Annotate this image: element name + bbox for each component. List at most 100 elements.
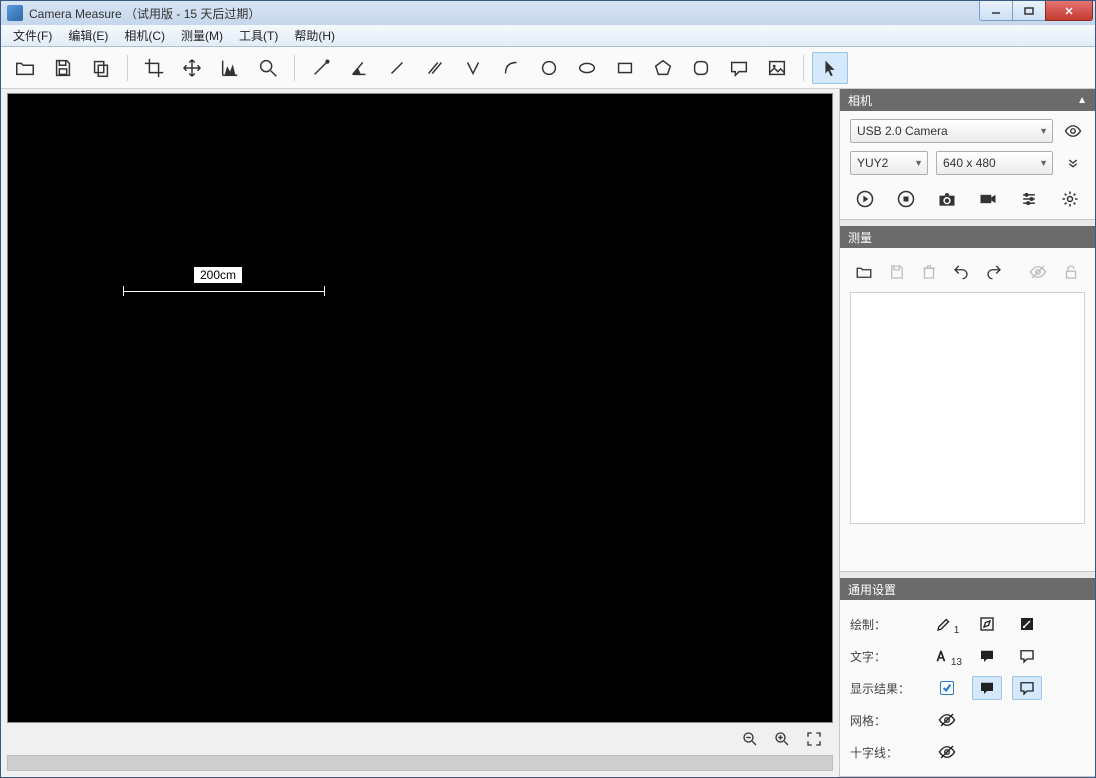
single-line-button[interactable] xyxy=(379,52,415,84)
measure-undo-button[interactable] xyxy=(951,260,971,284)
play-button[interactable] xyxy=(850,187,880,211)
crosshair-label: 十字线： xyxy=(850,744,932,761)
parallel-lines-button[interactable] xyxy=(417,52,453,84)
pentagon-button[interactable] xyxy=(645,52,681,84)
circle-button[interactable] xyxy=(531,52,567,84)
rectangle-button[interactable] xyxy=(607,52,643,84)
snapshot-button[interactable] xyxy=(932,187,962,211)
edit-box-button[interactable] xyxy=(972,612,1002,636)
horizontal-scrollbar[interactable] xyxy=(7,755,833,771)
rounded-square-button[interactable] xyxy=(683,52,719,84)
font-size-value: 13 xyxy=(951,657,962,668)
line-tool-button[interactable] xyxy=(303,52,339,84)
measure-toolbar xyxy=(850,256,1085,292)
show-result-label: 显示结果： xyxy=(850,680,932,697)
pen-size-value: 1 xyxy=(954,625,960,636)
canvas-column: 200cm xyxy=(1,89,839,777)
camera-panel-title: 相机 xyxy=(848,92,872,109)
scrollbar-thumb[interactable] xyxy=(8,756,832,770)
separator xyxy=(127,55,128,81)
side-panels: 相机 ▲ USB 2.0 Camera▼ YUY2▼ 640 x 480 ▼ xyxy=(839,89,1095,777)
camera-device-value: USB 2.0 Camera xyxy=(857,124,948,138)
adjust-button[interactable] xyxy=(1014,187,1044,211)
invert-button[interactable] xyxy=(1012,612,1042,636)
crosshair-visibility-button[interactable] xyxy=(932,740,962,764)
angle-tool-button[interactable] xyxy=(341,52,377,84)
camera-resolution-select[interactable]: 640 x 480 ▼ xyxy=(936,151,1053,175)
image-button[interactable] xyxy=(759,52,795,84)
menu-measure[interactable]: 测量(M) xyxy=(173,25,231,46)
grid-visibility-button[interactable] xyxy=(932,708,962,732)
move-button[interactable] xyxy=(174,52,210,84)
menu-edit[interactable]: 编辑(E) xyxy=(60,25,116,46)
camera-format-value: YUY2 xyxy=(857,156,888,170)
stop-button[interactable] xyxy=(891,187,921,211)
measure-list[interactable] xyxy=(850,292,1085,524)
show-result-checkbox[interactable] xyxy=(932,676,962,700)
measurement-hline xyxy=(123,291,325,292)
minimize-button[interactable] xyxy=(979,1,1013,21)
title-bar: Camera Measure （试用版 - 15 天后过期） xyxy=(1,1,1095,25)
measure-save-button[interactable] xyxy=(886,260,906,284)
general-settings-header[interactable]: 通用设置 xyxy=(840,578,1095,600)
separator xyxy=(294,55,295,81)
zoom-button[interactable] xyxy=(250,52,286,84)
result-filled-button[interactable] xyxy=(972,676,1002,700)
measure-panel-body xyxy=(840,248,1095,571)
canvas-footer xyxy=(7,723,833,751)
preview-eye-button[interactable] xyxy=(1061,119,1085,143)
fullscreen-button[interactable] xyxy=(803,728,825,750)
general-settings-body: 绘制： 1 文字： 13 显示结果： xyxy=(840,600,1095,776)
v-angle-button[interactable] xyxy=(455,52,491,84)
pointer-button[interactable] xyxy=(812,52,848,84)
measurement-label[interactable]: 200cm xyxy=(194,267,242,283)
save-button[interactable] xyxy=(45,52,81,84)
main-toolbar xyxy=(1,47,1095,89)
grid-label: 网格： xyxy=(850,712,932,729)
separator xyxy=(803,55,804,81)
camera-panel-header[interactable]: 相机 ▲ xyxy=(840,89,1095,111)
measurement-line[interactable] xyxy=(123,286,325,296)
window-buttons xyxy=(980,1,1095,25)
canvas[interactable]: 200cm xyxy=(7,93,833,723)
crop-button[interactable] xyxy=(136,52,172,84)
camera-panel: 相机 ▲ USB 2.0 Camera▼ YUY2▼ 640 x 480 ▼ xyxy=(840,89,1095,220)
maximize-button[interactable] xyxy=(1012,1,1046,21)
measure-visibility-button[interactable] xyxy=(1028,260,1048,284)
font-size-button[interactable]: 13 xyxy=(932,644,962,668)
camera-format-select[interactable]: YUY2▼ xyxy=(850,151,928,175)
menu-file[interactable]: 文件(F) xyxy=(5,25,60,46)
arc-button[interactable] xyxy=(493,52,529,84)
general-settings-title: 通用设置 xyxy=(848,581,896,598)
camera-device-select[interactable]: USB 2.0 Camera▼ xyxy=(850,119,1053,143)
measure-redo-button[interactable] xyxy=(984,260,1004,284)
close-button[interactable] xyxy=(1045,1,1093,21)
ellipse-button[interactable] xyxy=(569,52,605,84)
open-button[interactable] xyxy=(7,52,43,84)
chevron-down-icon: ▼ xyxy=(1039,158,1048,168)
measure-open-button[interactable] xyxy=(854,260,874,284)
measure-delete-button[interactable] xyxy=(919,260,939,284)
speech-outline-button[interactable] xyxy=(721,52,757,84)
zoom-in-button[interactable] xyxy=(771,728,793,750)
menu-help[interactable]: 帮助(H) xyxy=(286,25,343,46)
speech-outline-button[interactable] xyxy=(1012,644,1042,668)
menu-tools[interactable]: 工具(T) xyxy=(231,25,286,46)
chevron-up-icon: ▲ xyxy=(1077,95,1087,106)
copy-button[interactable] xyxy=(83,52,119,84)
measure-panel-header[interactable]: 测量 xyxy=(840,226,1095,248)
measure-panel: 测量 xyxy=(840,226,1095,572)
app-icon xyxy=(7,5,23,21)
camera-resolution-value: 640 x 480 xyxy=(943,156,996,170)
settings-button[interactable] xyxy=(1055,187,1085,211)
measure-panel-title: 测量 xyxy=(848,229,872,246)
pen-size-button[interactable]: 1 xyxy=(932,612,962,636)
histogram-button[interactable] xyxy=(212,52,248,84)
zoom-out-button[interactable] xyxy=(739,728,761,750)
expand-down-button[interactable] xyxy=(1061,151,1085,175)
speech-filled-button[interactable] xyxy=(972,644,1002,668)
menu-camera[interactable]: 相机(C) xyxy=(116,25,173,46)
result-outline-button[interactable] xyxy=(1012,676,1042,700)
record-button[interactable] xyxy=(973,187,1003,211)
measure-lock-button[interactable] xyxy=(1061,260,1081,284)
